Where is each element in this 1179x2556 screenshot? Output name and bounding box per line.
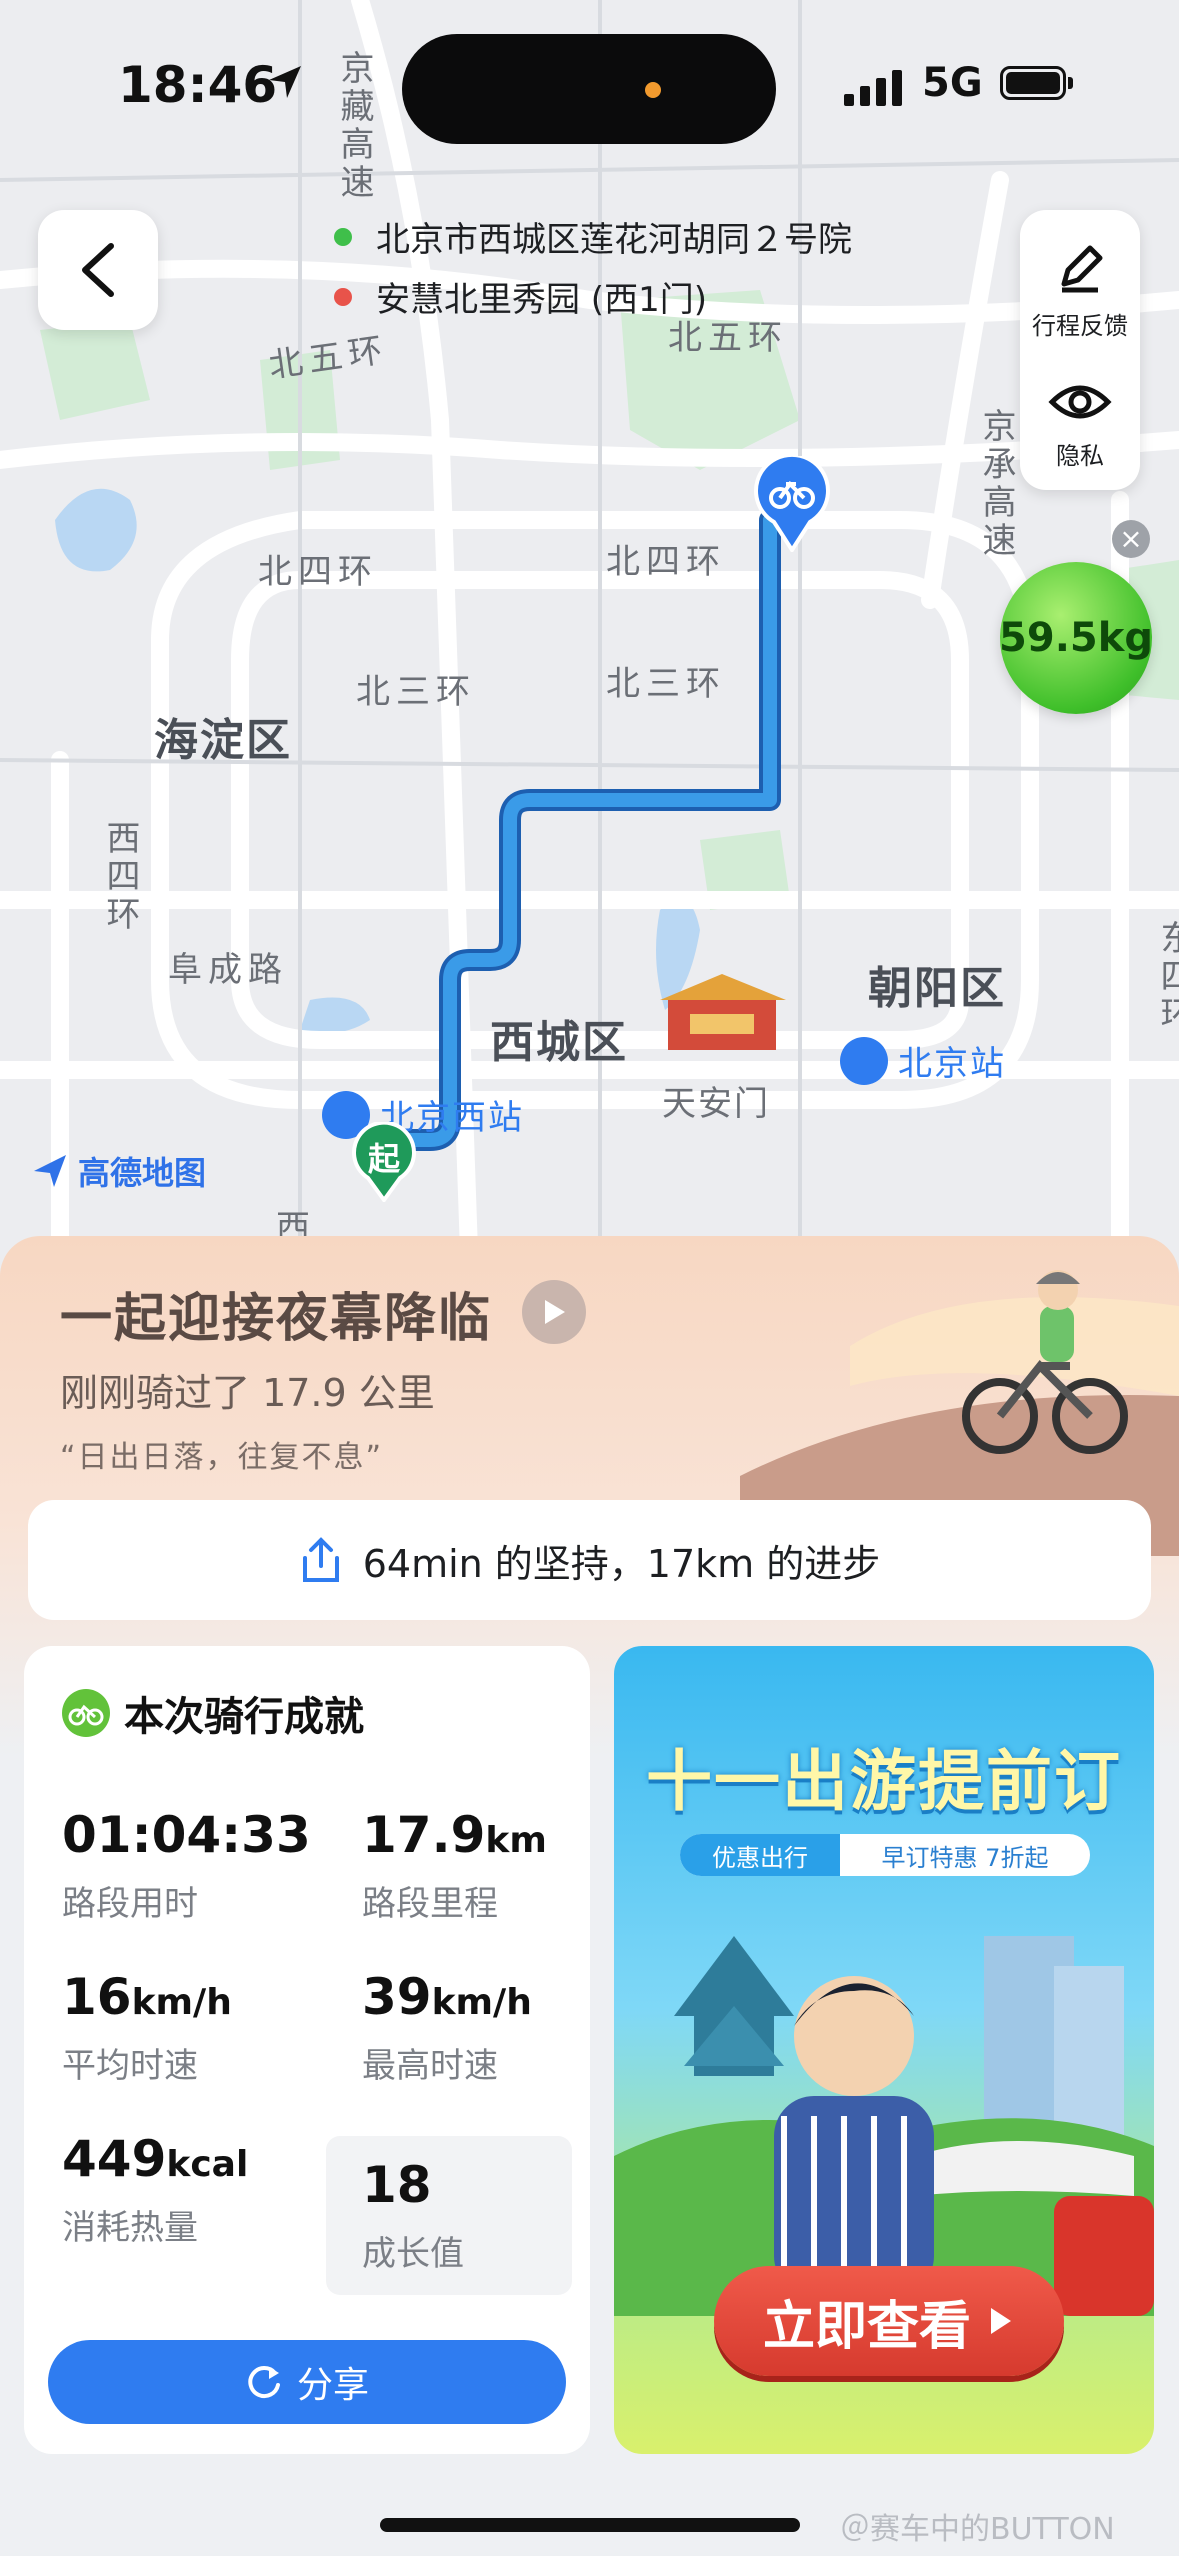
ad-illustration — [614, 1936, 1154, 2316]
dynamic-island — [402, 34, 776, 144]
share-summary-bar[interactable]: 64min 的坚持，17km 的进步 — [28, 1500, 1151, 1620]
route-end-text: 安慧北里秀园 (西1门) — [376, 280, 707, 320]
share-refresh-icon — [245, 2363, 283, 2401]
stat-label: 平均时速 — [62, 2046, 198, 2086]
stat-unit: kcal — [166, 2144, 249, 2185]
trip-feedback-label: 行程反馈 — [1032, 312, 1128, 340]
share-button-label: 分享 — [296, 2365, 369, 2406]
map-label-west-ring4: 西四环 — [100, 820, 140, 934]
stat-avg-speed: 16km/h 平均时速 — [62, 1968, 232, 2087]
start-dot — [334, 227, 352, 246]
map-label-east-ring: 东四环 — [1154, 920, 1179, 1034]
end-dot — [334, 287, 352, 306]
stats-heading: 本次骑行成就 — [62, 1684, 364, 1742]
ad-tag-b: 早订特惠 7折起 — [881, 1843, 1049, 1872]
carbon-badge[interactable]: 59.5kg — [999, 562, 1153, 714]
battery-tip — [1068, 77, 1073, 89]
privacy-label: 隐私 — [1056, 442, 1104, 470]
share-upload-icon — [299, 1536, 343, 1584]
stat-label: 路段里程 — [362, 1884, 498, 1924]
side-tools: 行程反馈 隐私 — [1020, 210, 1140, 490]
map-label-fucheng: 阜成路 — [168, 950, 288, 990]
map-label-ring3-a: 北三环 — [356, 672, 476, 712]
map-label-tiananmen: 天安门 — [662, 1084, 770, 1124]
start-marker-label: 起 — [367, 1140, 400, 1178]
stat-value: 449 — [62, 2130, 167, 2188]
stat-label: 路段用时 — [62, 1884, 198, 1924]
banner-subtitle: 刚刚骑过了 17.9 公里 — [60, 1371, 435, 1415]
home-indicator[interactable] — [380, 2518, 800, 2532]
poi-beijing-station[interactable]: 北京站 — [840, 1036, 1006, 1085]
share-summary-text: 64min 的坚持，17km 的进步 — [362, 1541, 881, 1586]
trip-feedback-button[interactable]: 行程反馈 — [1020, 240, 1140, 341]
district-xicheng: 西城区 — [490, 1017, 628, 1068]
bike-icon — [754, 452, 830, 554]
status-bar: 18:46 5G — [0, 0, 1179, 170]
banner-title: 一起迎接夜幕降临 — [60, 1289, 493, 1349]
stat-value: 18 — [362, 2156, 432, 2214]
chevron-left-icon — [82, 243, 114, 297]
stat-unit: km/h — [131, 1982, 232, 2023]
privacy-indicator — [645, 82, 661, 98]
station-pin-icon — [840, 1036, 888, 1085]
route-start-text: 北京市西城区莲花河胡同２号院 — [376, 220, 852, 260]
bike-end-marker[interactable] — [752, 452, 832, 554]
back-button[interactable] — [38, 210, 158, 330]
share-button[interactable]: 分享 — [48, 2340, 566, 2424]
district-chaoyang: 朝阳区 — [868, 963, 1006, 1014]
stat-distance: 17.9km 路段里程 — [362, 1806, 547, 1925]
start-marker[interactable]: 起 — [348, 1120, 420, 1204]
route-start: 北京市西城区莲花河胡同２号院 — [334, 212, 852, 261]
watermark: ＠赛车中的BUTTON — [840, 2512, 1115, 2547]
network-type: 5G — [922, 60, 983, 106]
cellular-signal-icon — [844, 70, 902, 106]
stat-calories: 449kcal 消耗热量 — [62, 2130, 248, 2249]
stat-value: 16 — [62, 1968, 132, 2026]
play-button[interactable] — [522, 1280, 586, 1344]
stat-unit: km/h — [431, 1982, 532, 2023]
status-time: 18:46 — [118, 56, 278, 114]
ad-tags: 优惠出行 早订特惠 7折起 — [680, 1834, 1090, 1876]
stat-label: 成长值 — [362, 2234, 464, 2274]
location-arrow-icon — [269, 66, 301, 98]
stat-growth[interactable]: 18 成长值 — [326, 2136, 572, 2295]
map-label-highway-b: 京承高速 — [976, 408, 1016, 560]
stat-value: 17.9 — [362, 1806, 486, 1864]
screen: 京藏高速 北五环 北五环 京承高速 北四环 北四环 北三环 北三环 海淀区 西四… — [0, 0, 1179, 2556]
banner-quote: “日出日落，往复不息” — [60, 1440, 384, 1475]
district-haidian: 海淀区 — [154, 715, 292, 766]
play-icon — [545, 1300, 565, 1324]
amap-logo: 高德地图 — [30, 1148, 206, 1194]
stat-unit: km — [485, 1820, 547, 1861]
edit-pen-icon — [1061, 245, 1103, 293]
map-label-ring4-b: 北四环 — [606, 542, 726, 582]
ad-title: 十一出游提前订 — [646, 1743, 1122, 1820]
map-label-ring4-a: 北四环 — [258, 552, 378, 592]
travel-ad-card[interactable]: 十一出游提前订 优惠出行 早订特惠 7折起 立即查看 — [614, 1646, 1154, 2454]
ad-cta-button[interactable]: 立即查看 — [714, 2266, 1064, 2376]
stat-duration: 01:04:33 路段用时 — [62, 1806, 311, 1925]
stat-label: 最高时速 — [362, 2046, 498, 2086]
ride-stats-card: 本次骑行成就 01:04:33 路段用时 17.9km 路段里程 16km/h … — [24, 1646, 590, 2454]
ad-tag-a: 优惠出行 — [680, 1834, 840, 1876]
ad-cta-label: 立即查看 — [762, 2296, 971, 2357]
stats-heading-text: 本次骑行成就 — [124, 1694, 364, 1740]
play-triangle-icon — [991, 2308, 1011, 2334]
eye-icon — [1048, 385, 1112, 419]
battery-icon — [1000, 66, 1066, 100]
route-end: 安慧北里秀园 (西1门) — [334, 272, 707, 321]
stat-max-speed: 39km/h 最高时速 — [362, 1968, 532, 2087]
stat-label: 消耗热量 — [62, 2208, 198, 2248]
close-badge-button[interactable]: × — [1112, 520, 1150, 558]
stat-value: 01:04:33 — [62, 1806, 311, 1864]
privacy-button[interactable]: 隐私 — [1020, 378, 1140, 471]
stat-value: 39 — [362, 1968, 432, 2026]
bike-badge-icon — [62, 1689, 110, 1737]
map-label-ring3-b: 北三环 — [606, 664, 726, 704]
amap-logo-icon — [34, 1155, 66, 1187]
